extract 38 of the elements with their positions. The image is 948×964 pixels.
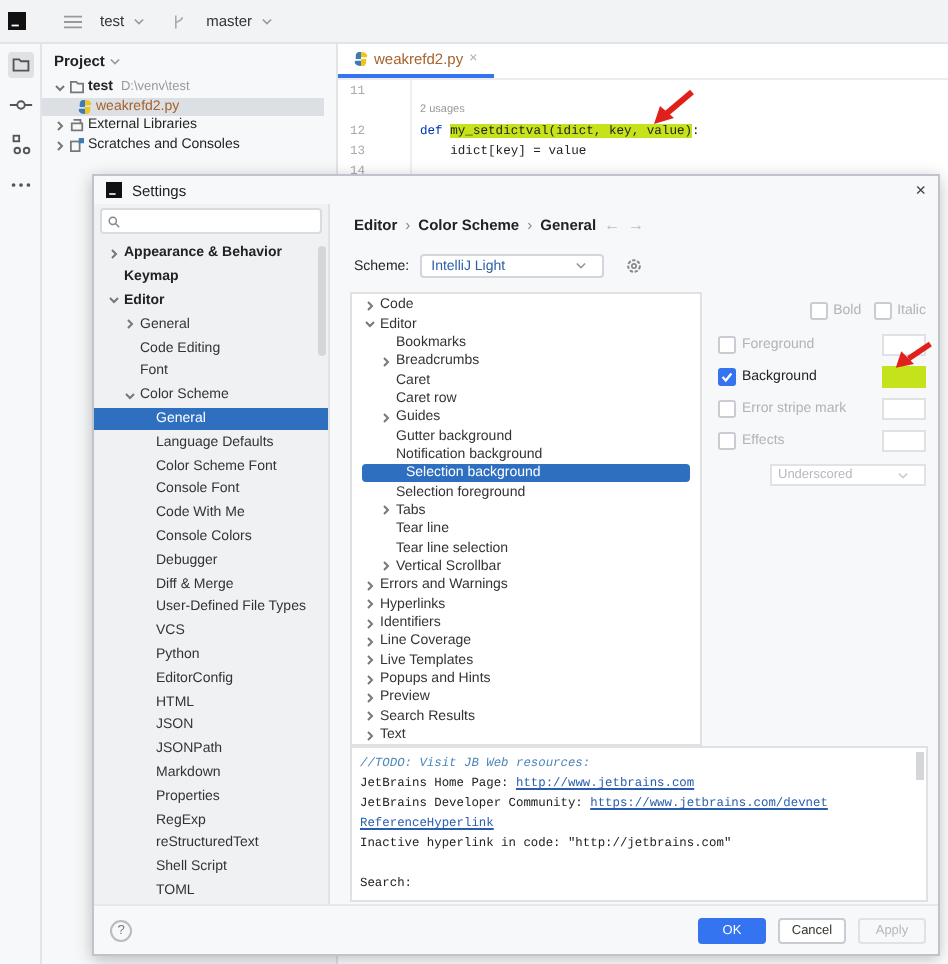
pointer-arrow xyxy=(894,340,934,370)
chevron-right-icon xyxy=(380,504,392,517)
color-swatch[interactable] xyxy=(882,366,926,388)
chevron-right-icon xyxy=(108,247,120,260)
chevron-down-icon xyxy=(898,471,908,479)
chevron-down-icon xyxy=(134,17,145,25)
pointer-arrow xyxy=(652,88,696,128)
search-icon xyxy=(108,215,120,227)
chevron-down-icon xyxy=(262,17,273,25)
app-logo-icon xyxy=(8,12,26,30)
chevron-right-icon xyxy=(380,355,392,368)
scrollbar-thumb[interactable] xyxy=(916,752,924,780)
search-field[interactable] xyxy=(100,208,322,234)
settings-icon[interactable] xyxy=(623,256,644,276)
scratch-icon xyxy=(70,138,84,153)
chevron-down-icon xyxy=(364,318,376,331)
folder-icon xyxy=(70,80,84,95)
app-logo-icon xyxy=(106,182,122,198)
library-icon xyxy=(70,118,84,133)
branch-icon xyxy=(170,13,189,29)
chevron-down-icon xyxy=(575,262,586,270)
structure-icon[interactable] xyxy=(7,132,33,158)
color-swatch[interactable] xyxy=(882,398,926,420)
python-file-icon xyxy=(354,52,368,66)
color-swatch[interactable] xyxy=(882,334,926,356)
folder-icon[interactable] xyxy=(7,52,33,78)
chevron-down-icon xyxy=(110,57,121,65)
chevron-right-icon xyxy=(380,411,392,424)
chevron-down-icon xyxy=(108,294,120,307)
chevron-down-icon xyxy=(54,81,66,94)
chevron-down-icon xyxy=(124,389,136,402)
color-swatch[interactable] xyxy=(882,430,926,452)
chevron-right-icon xyxy=(364,299,376,312)
checkmark-icon xyxy=(720,370,734,384)
close-button[interactable]: × xyxy=(915,180,926,200)
chevron-right-icon xyxy=(124,318,136,331)
menu-icon[interactable] xyxy=(64,13,82,29)
python-file-icon xyxy=(78,99,92,114)
